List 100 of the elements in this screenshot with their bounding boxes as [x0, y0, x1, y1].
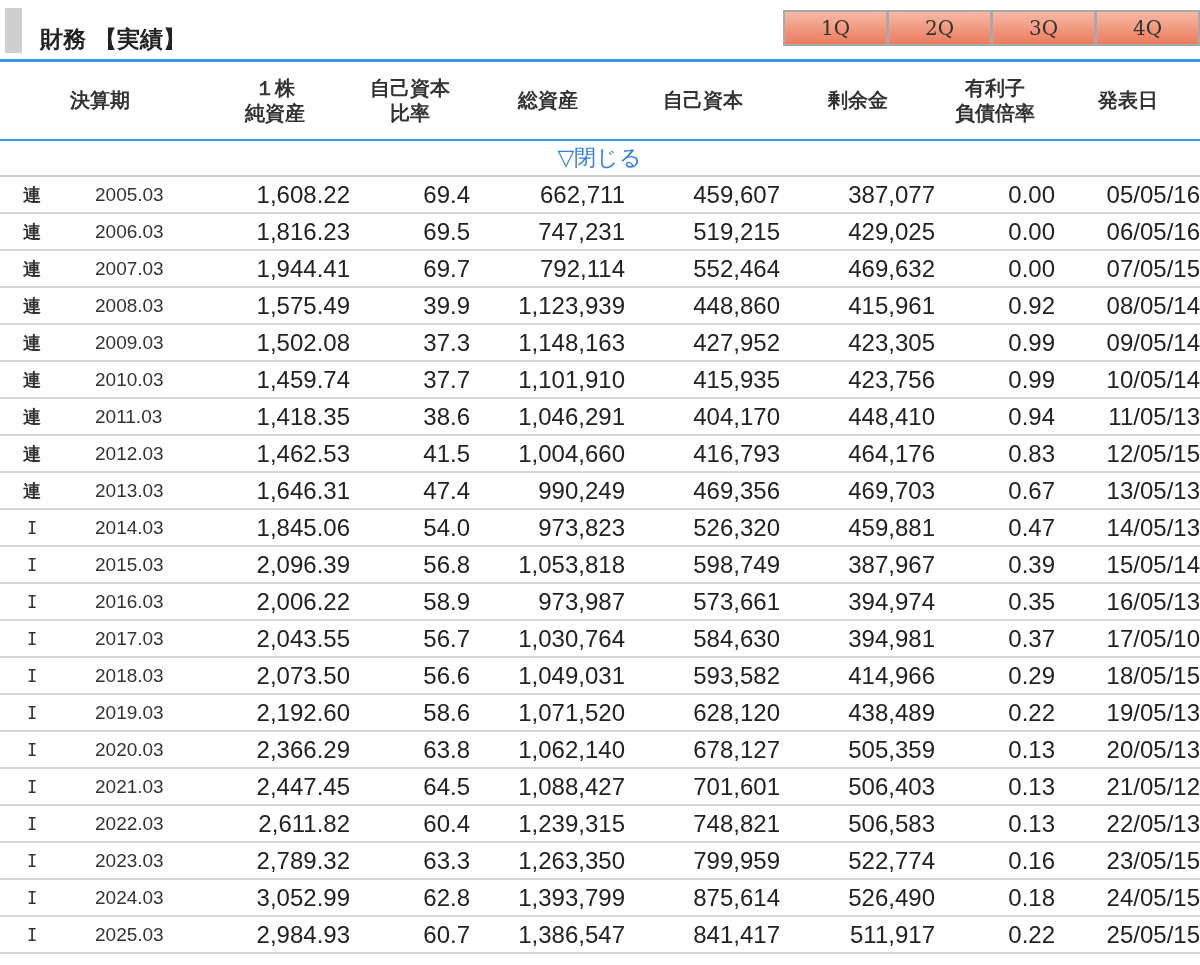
table-cell-text: 2,789.32 — [255, 846, 350, 875]
table-cell-text: 20/05/13 — [1105, 735, 1200, 764]
table-cell-text: 05/05/16 — [1105, 180, 1200, 209]
table-cell-text: 2013.03 — [94, 479, 165, 502]
table-cell-text: 2022.03 — [94, 812, 165, 835]
table-cell-text: I — [25, 924, 39, 945]
table-cell-text: 1,030,764 — [517, 624, 625, 653]
table-cell-text: 506,583 — [847, 809, 935, 838]
table-cell-text: 394,974 — [847, 587, 935, 616]
table-cell-text: 3,052.99 — [255, 883, 350, 912]
table-cell-text: 2019.03 — [94, 701, 165, 724]
table-cell-text: 22/05/13 — [1105, 809, 1200, 838]
table-cell-text: 2,006.22 — [255, 587, 350, 616]
table-cell-text: 2,192.60 — [255, 698, 350, 727]
table-cell-text: 64.5 — [422, 772, 470, 801]
column-header: 発表日 — [1096, 88, 1159, 113]
table-cell-text: 438,489 — [847, 698, 935, 727]
table-cell-text: 39.9 — [422, 291, 470, 320]
quarter-button[interactable]: 3Q — [991, 10, 1096, 46]
table-cell-text: 0.99 — [1007, 365, 1055, 394]
table-cell-text: 429,025 — [847, 217, 935, 246]
table-cell-text: 519,215 — [692, 217, 780, 246]
table-cell-text: 24/05/15 — [1105, 883, 1200, 912]
table-cell-text: 1,004,660 — [517, 439, 625, 468]
table-cell-text: 1,049,031 — [517, 661, 625, 690]
column-header: 有利子 負債倍率 — [954, 75, 1036, 126]
table-cell-text: I — [25, 628, 39, 649]
table-cell-text: 連 — [22, 330, 42, 355]
table-cell-text: 415,935 — [692, 365, 780, 394]
table-cell-text: 13/05/13 — [1105, 476, 1200, 505]
column-header: 総資産 — [516, 88, 579, 113]
table-cell-text: 448,410 — [847, 402, 935, 431]
table-cell-text: 0.94 — [1007, 402, 1055, 431]
table-cell-text: 0.83 — [1007, 439, 1055, 468]
table-cell-text: 2005.03 — [94, 183, 165, 206]
table-cell-text: I — [25, 739, 39, 760]
quarter-button[interactable]: 2Q — [887, 10, 992, 46]
column-header: 自己資本 — [661, 88, 744, 113]
table-cell-text: 0.67 — [1007, 476, 1055, 505]
table-cell-text: 0.35 — [1007, 587, 1055, 616]
table-cell-text: 387,967 — [847, 550, 935, 579]
table-cell-text: 12/05/15 — [1105, 439, 1200, 468]
table-cell-text: 469,703 — [847, 476, 935, 505]
table-cell-text: 0.00 — [1007, 254, 1055, 283]
table-cell-text: 0.47 — [1007, 513, 1055, 542]
table-cell-text: 11/05/13 — [1107, 402, 1200, 431]
table-cell-text: 2,984.93 — [255, 920, 350, 949]
table-cell-text: 2012.03 — [94, 442, 165, 465]
table-cell-text: 1,123,939 — [517, 291, 625, 320]
table-cell-text: 56.7 — [422, 624, 470, 653]
quarter-button[interactable]: 4Q — [1095, 10, 1200, 46]
table-cell-text: 連 — [22, 478, 42, 503]
collapse-link[interactable]: ▽閉じる — [557, 143, 643, 173]
table-cell-text: 2007.03 — [94, 257, 165, 280]
table-cell-text: 1,239,315 — [517, 809, 625, 838]
table-cell-text: 1,088,427 — [517, 772, 625, 801]
table-cell-text: 58.6 — [422, 698, 470, 727]
table-cell-text: 2006.03 — [94, 220, 165, 243]
table-cell-text: 38.6 — [422, 402, 470, 431]
table-cell-text: 2015.03 — [94, 553, 165, 576]
table-cell-text: 0.00 — [1007, 217, 1055, 246]
table-cell-text: 0.22 — [1007, 920, 1055, 949]
table-cell-text: 10/05/14 — [1105, 365, 1200, 394]
table-cell-text: 416,793 — [692, 439, 780, 468]
table-cell-text: 1,646.31 — [255, 476, 350, 505]
title-marker — [5, 8, 22, 53]
table-cell-text: 404,170 — [692, 402, 780, 431]
table-cell-text: 16/05/13 — [1105, 587, 1200, 616]
table-cell-text: 15/05/14 — [1105, 550, 1200, 579]
table-cell-text: 17/05/10 — [1105, 624, 1200, 653]
table-cell-text: I — [25, 702, 39, 723]
table-cell-text: 23/05/15 — [1105, 846, 1200, 875]
table-cell-text: 2023.03 — [94, 849, 165, 872]
table-cell-text: 62.8 — [422, 883, 470, 912]
table-cell-text: 423,305 — [847, 328, 935, 357]
table-cell-text: 2016.03 — [94, 590, 165, 613]
table-cell-text: 526,490 — [847, 883, 935, 912]
table-cell-text: 60.4 — [422, 809, 470, 838]
section-title: 財務 【実績】 — [40, 25, 186, 54]
table-cell-text: 0.29 — [1007, 661, 1055, 690]
table-cell-text: 14/05/13 — [1105, 513, 1200, 542]
table-cell-text: 1,845.06 — [255, 513, 350, 542]
table-cell-text: 875,614 — [692, 883, 780, 912]
table-cell-text: 573,661 — [692, 587, 780, 616]
table-cell-text: 1,393,799 — [517, 883, 625, 912]
table-cell-text: 598,749 — [692, 550, 780, 579]
table-cell-text: 990,249 — [537, 476, 625, 505]
table-cell-text: 37.7 — [422, 365, 470, 394]
table-cell-text: 1,575.49 — [255, 291, 350, 320]
table-cell-text: 748,821 — [692, 809, 780, 838]
table-cell-text: 1,046,291 — [517, 402, 625, 431]
quarter-button[interactable]: 1Q — [783, 10, 888, 46]
table-cell-text: 06/05/16 — [1105, 217, 1200, 246]
table-cell-text: 1,459.74 — [255, 365, 350, 394]
table-cell-text: 56.8 — [422, 550, 470, 579]
table-cell-text: 423,756 — [847, 365, 935, 394]
table-cell-text: 387,077 — [847, 180, 935, 209]
table-cell-text: 連 — [22, 219, 42, 244]
table-cell-text: 469,356 — [692, 476, 780, 505]
table-cell-text: 1,386,547 — [517, 920, 625, 949]
